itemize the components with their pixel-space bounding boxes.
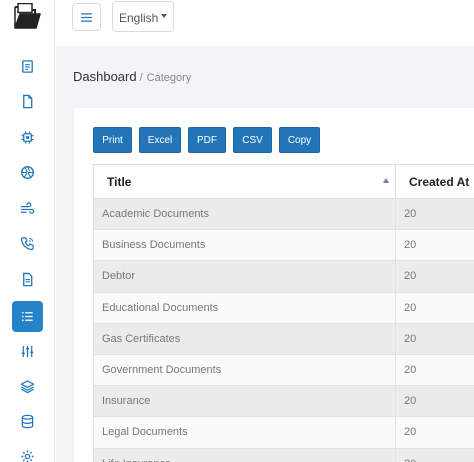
- column-header-title[interactable]: Title: [93, 164, 396, 199]
- breadcrumb: Dashboard / Category: [73, 69, 191, 84]
- cell-created-at: 20: [395, 353, 474, 387]
- logo-folder-icon[interactable]: [12, 2, 42, 31]
- menu-toggle-button[interactable]: [72, 3, 101, 31]
- cell-title: Legal Documents: [93, 416, 396, 449]
- table-row[interactable]: Life Insurance20: [93, 447, 474, 462]
- database-icon[interactable]: [12, 406, 43, 437]
- cell-title: Debtor: [93, 260, 396, 293]
- language-select-value: English: [119, 11, 159, 25]
- table-row[interactable]: Academic Documents 20: [93, 197, 474, 231]
- pdf-button[interactable]: PDF: [188, 127, 226, 153]
- document-icon[interactable]: [12, 264, 43, 295]
- file-icon[interactable]: [12, 86, 43, 117]
- caret-down-icon: [161, 14, 167, 18]
- app-window: English Dashboard / Category Print Excel P…: [0, 0, 474, 462]
- cell-created-at: 20: [395, 260, 474, 293]
- chip-icon[interactable]: [12, 122, 43, 153]
- list-icon[interactable]: [12, 301, 43, 332]
- breadcrumb-separator: /: [139, 72, 143, 84]
- table-row[interactable]: Insurance 20: [93, 385, 474, 418]
- cell-title: Business Documents: [93, 229, 396, 262]
- copy-button[interactable]: Copy: [279, 127, 320, 153]
- cell-created-at: 20: [395, 385, 474, 418]
- aperture-icon[interactable]: [12, 157, 43, 188]
- wind-icon[interactable]: [12, 193, 43, 224]
- clipboard-list-icon[interactable]: [12, 51, 43, 82]
- breadcrumb-current: Category: [146, 72, 192, 84]
- table-row[interactable]: Gas Certificates 20: [93, 322, 474, 355]
- table-row[interactable]: Legal Documents 20: [93, 416, 474, 449]
- table-row[interactable]: Business Documents 20: [93, 229, 474, 262]
- top-bar: English: [56, 0, 474, 46]
- gear-icon[interactable]: [12, 441, 43, 462]
- phone-icon[interactable]: [12, 228, 43, 259]
- cell-title: Insurance: [93, 385, 396, 418]
- column-header-created-at[interactable]: Created At: [395, 164, 474, 199]
- table-header-row: Title Created At: [93, 164, 474, 199]
- main-content: Dashboard / Category Print Excel PDF CSV C…: [56, 46, 474, 462]
- breadcrumb-home[interactable]: Dashboard: [73, 69, 137, 84]
- cell-created-at: 20: [395, 229, 474, 262]
- cell-title: Academic Documents: [93, 197, 396, 231]
- cell-title: Government Documents: [93, 353, 396, 387]
- cell-title: Gas Certificates: [93, 322, 396, 355]
- sliders-icon[interactable]: [12, 336, 43, 367]
- cell-title: Life Insurance: [93, 447, 396, 462]
- export-toolbar: Print Excel PDF CSV Copy: [93, 127, 320, 153]
- layers-icon[interactable]: [12, 371, 43, 402]
- cell-created-at: 20: [395, 322, 474, 355]
- cell-created-at: 20: [395, 197, 474, 231]
- sort-ascending-icon: [383, 178, 389, 183]
- table-row[interactable]: Debtor 20: [93, 260, 474, 293]
- sidebar: [0, 0, 55, 462]
- print-button[interactable]: Print: [93, 127, 132, 153]
- csv-button[interactable]: CSV: [233, 127, 272, 153]
- cell-created-at: 20: [395, 291, 474, 324]
- excel-button[interactable]: Excel: [139, 127, 181, 153]
- cell-created-at: 20: [395, 416, 474, 449]
- category-card: Print Excel PDF CSV Copy Title Created A…: [74, 108, 474, 462]
- cell-created-at: 20: [395, 447, 474, 462]
- cell-title: Educational Documents: [93, 291, 396, 324]
- category-table: Title Created At Academic Documents 20 Bu…: [93, 164, 474, 462]
- language-select[interactable]: English: [112, 1, 174, 32]
- hamburger-icon: [81, 12, 92, 22]
- table-row[interactable]: Educational Documents 20: [93, 291, 474, 324]
- table-row[interactable]: Government Documents 20: [93, 353, 474, 387]
